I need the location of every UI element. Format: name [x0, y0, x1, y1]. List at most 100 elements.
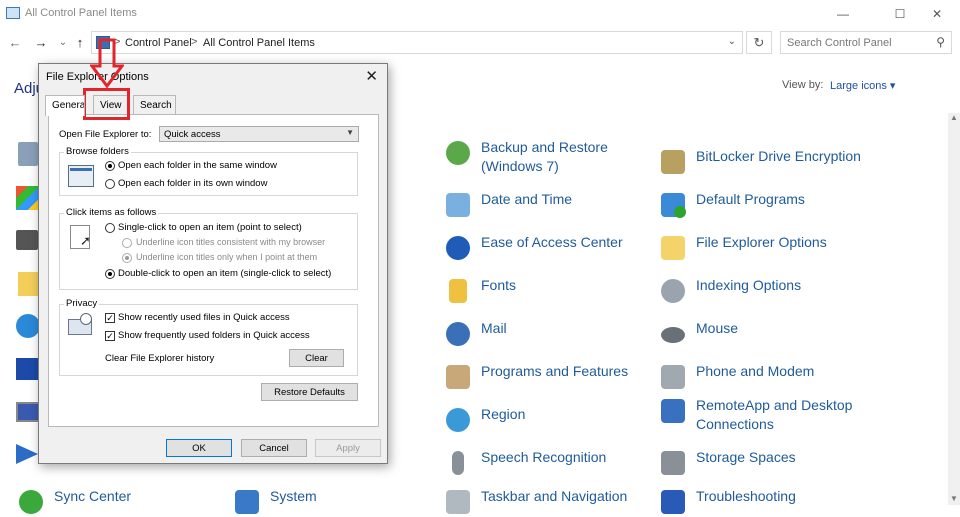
item-label: Mail: [481, 320, 507, 336]
date-time-icon: [443, 190, 473, 220]
item-label: Ease of Access Center: [481, 234, 623, 250]
double-click-radio[interactable]: [105, 269, 115, 279]
item-default-programs[interactable]: Default Programs: [658, 190, 805, 220]
item-troubleshooting[interactable]: Troubleshooting: [658, 487, 796, 517]
device-icon[interactable]: [16, 230, 38, 250]
item-fonts[interactable]: Fonts: [443, 276, 516, 306]
mail-icon: [443, 319, 473, 349]
item-mail[interactable]: Mail: [443, 319, 507, 349]
up-button[interactable]: ↑: [71, 33, 89, 51]
window-icon: [68, 165, 94, 189]
own-window-radio[interactable]: [105, 179, 115, 189]
item-region[interactable]: Region: [443, 405, 525, 435]
clear-history-label: Clear File Explorer history: [105, 353, 215, 364]
breadcrumb-separator[interactable]: >: [191, 36, 197, 48]
item-phone-modem[interactable]: Phone and Modem: [658, 362, 814, 392]
dialog-close-button[interactable]: ✕: [365, 67, 378, 85]
item-indexing-options[interactable]: Indexing Options: [658, 276, 801, 306]
cancel-button[interactable]: Cancel: [241, 439, 307, 457]
breadcrumb-control-panel[interactable]: Control Panel: [125, 37, 192, 49]
single-click-radio[interactable]: [105, 223, 115, 233]
item-label: System: [270, 488, 317, 504]
file-explorer-options-icon: [658, 233, 688, 263]
cursor-icon: ➚: [70, 225, 96, 249]
search-icon[interactable]: ⚲: [936, 35, 945, 49]
view-by-label: View by:: [782, 79, 824, 91]
own-window-label: Open each folder in its own window: [118, 178, 268, 189]
item-system[interactable]: System: [232, 487, 317, 517]
item-label: Fonts: [481, 277, 517, 293]
back-button[interactable]: ←: [6, 33, 24, 51]
same-window-label: Open each folder in the same window: [118, 160, 277, 171]
item-storage-spaces[interactable]: Storage Spaces: [658, 448, 796, 478]
address-dropdown-icon[interactable]: ⌄: [728, 36, 736, 47]
item-ease-of-access[interactable]: Ease of Access Center: [443, 233, 623, 263]
sync-center-icon: [16, 487, 46, 517]
item-label: Mouse: [696, 320, 739, 336]
search-input[interactable]: Search Control Panel ⚲: [780, 31, 952, 54]
frequent-folders-checkbox[interactable]: ✓: [105, 331, 115, 341]
restore-defaults-button[interactable]: Restore Defaults: [261, 383, 358, 401]
item-backup-restore[interactable]: Backup and Restore (Windows 7): [443, 138, 631, 176]
ok-button[interactable]: OK: [166, 439, 232, 457]
troubleshooting-icon: [658, 487, 688, 517]
apply-button[interactable]: Apply: [315, 439, 381, 457]
underline-browser-radio[interactable]: [122, 238, 132, 248]
folder-icon[interactable]: [18, 272, 38, 296]
refresh-button[interactable]: ↻: [746, 31, 772, 54]
underline-point-label: Underline icon titles only when I point …: [136, 252, 318, 262]
annotation-highlight-box: [83, 88, 130, 120]
vertical-scrollbar[interactable]: ▲ ▼: [948, 113, 960, 505]
close-button[interactable]: ✕: [914, 0, 960, 28]
phone-modem-icon: [658, 362, 688, 392]
forward-button[interactable]: →: [32, 33, 50, 51]
double-click-label: Double-click to open an item (single-cli…: [118, 268, 332, 279]
general-tab-panel: Open File Explorer to: Quick access ▼ Br…: [48, 114, 379, 427]
click-items-title: Click items as follows: [64, 207, 159, 218]
file-explorer-options-dialog: File Explorer Options ✕ Genera View Sear…: [38, 63, 388, 464]
autoplay-icon[interactable]: [16, 186, 40, 210]
item-date-time[interactable]: Date and Time: [443, 190, 572, 220]
open-explorer-select[interactable]: Quick access ▼: [159, 126, 359, 142]
address-bar[interactable]: > Control Panel > All Control Panel Item…: [91, 31, 743, 54]
search-placeholder: Search Control Panel: [787, 37, 892, 49]
internet-icon[interactable]: [16, 314, 40, 338]
monitor-icon[interactable]: [16, 402, 40, 422]
flag-icon[interactable]: [16, 444, 38, 464]
frequent-folders-label: Show frequently used folders in Quick ac…: [118, 330, 310, 341]
item-remoteapp[interactable]: RemoteApp and Desktop Connections: [658, 396, 866, 434]
annotation-arrow-icon: [90, 38, 124, 89]
item-sync-center[interactable]: Sync Center: [16, 487, 131, 517]
network-icon[interactable]: [16, 358, 40, 380]
item-label: Phone and Modem: [696, 363, 815, 379]
privacy-icon: [68, 313, 94, 337]
mouse-icon: [658, 319, 688, 349]
storage-spaces-icon: [658, 448, 688, 478]
browse-folders-group: Browse folders Open each folder in the s…: [59, 146, 358, 196]
title-bar: All Control Panel Items — ☐ ✕: [0, 0, 960, 28]
same-window-radio[interactable]: [105, 161, 115, 171]
item-bitlocker[interactable]: BitLocker Drive Encryption: [658, 147, 861, 177]
clear-button[interactable]: Clear: [289, 349, 344, 367]
chevron-down-icon: ▼: [346, 128, 354, 137]
recent-locations-button[interactable]: ⌄: [54, 33, 72, 51]
tab-search[interactable]: Search: [133, 95, 176, 115]
tab-general[interactable]: Genera: [45, 95, 85, 116]
item-taskbar-navigation[interactable]: Taskbar and Navigation: [443, 487, 627, 517]
item-file-explorer-options[interactable]: File Explorer Options: [658, 233, 827, 263]
breadcrumb-all-items[interactable]: All Control Panel Items: [203, 37, 315, 49]
admin-tools-icon[interactable]: [18, 142, 38, 166]
underline-point-radio[interactable]: [122, 253, 132, 263]
scroll-down-icon[interactable]: ▼: [950, 494, 958, 503]
recent-files-checkbox[interactable]: ✓: [105, 313, 115, 323]
privacy-title: Privacy: [64, 298, 100, 309]
item-speech-recognition[interactable]: Speech Recognition: [443, 448, 606, 478]
view-by-dropdown[interactable]: Large icons ▾: [830, 79, 895, 92]
item-mouse[interactable]: Mouse: [658, 319, 738, 349]
open-explorer-value: Quick access: [164, 129, 221, 140]
scroll-up-icon[interactable]: ▲: [950, 113, 958, 122]
item-programs-features[interactable]: Programs and Features: [443, 362, 628, 392]
minimize-button[interactable]: —: [820, 0, 866, 28]
fonts-icon: [443, 276, 473, 306]
speech-recognition-icon: [443, 448, 473, 478]
